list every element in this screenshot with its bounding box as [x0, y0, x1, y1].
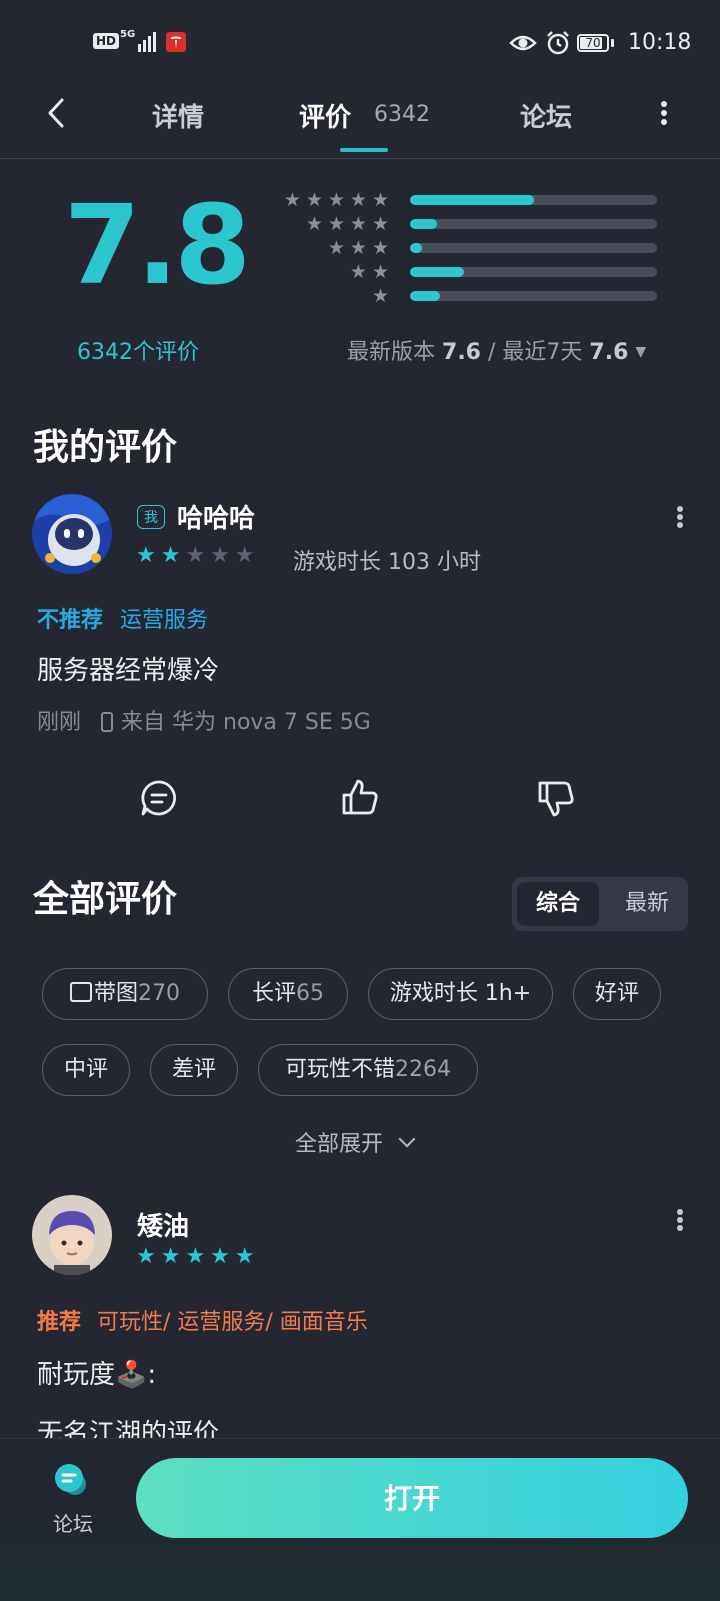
my-avatar[interactable]	[32, 494, 112, 574]
filter-playtime[interactable]: 游戏时长 1h+	[368, 968, 553, 1020]
filter-label: 带图	[93, 981, 138, 1006]
header-divider	[0, 158, 720, 159]
version-scores[interactable]: 最新版本 7.6 / 最近7天 7.6 ▼	[347, 334, 646, 366]
sort-comprehensive[interactable]: 综合	[517, 882, 599, 926]
my-username[interactable]: 哈哈哈	[177, 498, 255, 535]
star-row-2: ★★	[349, 261, 394, 283]
status-bar: HD 5G 70 10:18	[0, 0, 720, 88]
alarm-icon	[547, 31, 569, 55]
thumbs-down-icon[interactable]	[536, 779, 576, 819]
reviewer-avatar[interactable]	[32, 1195, 112, 1275]
my-review-heading: 我的评价	[33, 427, 178, 468]
filter-label: 可玩性不错	[284, 1057, 395, 1082]
star-row-3: ★★★	[327, 237, 394, 259]
filter-positive[interactable]: 好评	[573, 968, 661, 1020]
forum-icon[interactable]	[53, 1462, 89, 1498]
back-arrow-icon[interactable]	[44, 96, 72, 130]
sort-latest[interactable]: 最新	[612, 882, 682, 926]
forum-label[interactable]: 论坛	[53, 1508, 93, 1537]
me-badge: 我	[137, 505, 165, 529]
review-count: 6342个评价	[77, 340, 199, 365]
rating-bar-fill	[410, 267, 465, 277]
filter-label: 好评	[594, 981, 639, 1006]
latest-version-label: 最新版本	[347, 340, 436, 365]
filter-with-images[interactable]: 带图270	[42, 968, 208, 1020]
expand-all-button[interactable]: 全部展开	[295, 1126, 416, 1158]
rating-bar-3	[410, 243, 657, 253]
review-meta: 刚刚 来自 华为 nova 7 SE 5G	[37, 704, 371, 736]
active-tab-indicator	[340, 148, 388, 152]
review-category: 运营服务	[120, 608, 209, 633]
my-play-time: 游戏时长 103 小时	[293, 550, 481, 575]
latest-version-score: 7.6	[442, 340, 481, 365]
open-button[interactable]: 打开	[136, 1458, 688, 1538]
review-device: 来自 华为 nova 7 SE 5G	[121, 710, 371, 735]
filter-label: 游戏时长 1h+	[389, 981, 532, 1006]
filter-count: 2264	[395, 1057, 451, 1082]
tab-reviews-count: 6342	[374, 102, 430, 127]
battery-icon: 70	[577, 34, 609, 52]
filter-neutral[interactable]: 中评	[42, 1044, 130, 1096]
review-more-icon[interactable]	[676, 1208, 684, 1232]
rating-bar-fill	[410, 219, 438, 229]
network-type: 5G	[120, 29, 136, 40]
star-row-5: ★★★★★	[283, 189, 394, 211]
rating-bar-5	[410, 195, 657, 205]
comment-icon[interactable]	[139, 778, 179, 818]
all-reviews-heading: 全部评价	[33, 879, 178, 920]
tesla-app-icon	[166, 32, 186, 52]
review-text-line-1[interactable]: 耐玩度🕹️:	[37, 1354, 156, 1391]
recent-label: 最近7天	[502, 340, 583, 365]
filter-label: 长评	[251, 981, 296, 1006]
more-options-icon[interactable]	[660, 100, 668, 126]
signal-icon	[138, 32, 156, 52]
tab-forum[interactable]: 论坛	[520, 97, 572, 134]
image-icon	[69, 982, 92, 1002]
chevron-down-icon	[398, 1130, 416, 1148]
filter-long-review[interactable]: 长评65	[228, 968, 348, 1020]
version-separator: /	[488, 340, 496, 365]
review-time: 刚刚	[37, 710, 82, 735]
recent-score: 7.6	[589, 340, 629, 365]
rating-bar-fill	[410, 291, 440, 301]
filter-label: 差评	[171, 1057, 216, 1082]
reviewer-star-rating: ★★★★★	[136, 1244, 260, 1269]
verdict-not-recommended: 不推荐	[37, 608, 104, 633]
star-row-4: ★★★★	[305, 213, 394, 235]
dropdown-caret-icon: ▼	[635, 344, 647, 360]
my-star-rating: ★★★★★	[136, 543, 260, 568]
filter-count: 270	[138, 981, 180, 1006]
rating-bar-1	[410, 291, 657, 301]
battery-tip	[611, 39, 614, 47]
filter-label: 中评	[63, 1057, 108, 1082]
review-text-line-2[interactable]: 无名江湖的评价	[37, 1413, 219, 1438]
tab-reviews[interactable]: 评价	[299, 97, 351, 134]
rating-bar-2	[410, 267, 657, 277]
expand-all-label: 全部展开	[295, 1132, 384, 1157]
average-score: 7.8	[64, 181, 251, 309]
rating-bar-fill	[410, 243, 423, 253]
verdict-recommended: 推荐	[37, 1310, 82, 1335]
phone-icon	[101, 712, 114, 732]
reviewer-username[interactable]: 矮油	[137, 1206, 189, 1243]
filter-negative[interactable]: 差评	[150, 1044, 238, 1096]
rating-bar-fill	[410, 195, 534, 205]
eye-comfort-icon	[509, 35, 537, 51]
star-row-1: ★	[371, 285, 394, 307]
review-categories: 可玩性/ 运营服务/ 画面音乐	[97, 1310, 368, 1335]
filter-playability[interactable]: 可玩性不错2264	[258, 1044, 478, 1096]
rating-bar-4	[410, 219, 657, 229]
my-review-text[interactable]: 服务器经常爆冷	[37, 650, 219, 687]
tab-details[interactable]: 详情	[152, 97, 204, 134]
star-levels: ★★★★★ ★★★★ ★★★ ★★ ★	[262, 188, 394, 308]
clock: 10:18	[628, 30, 692, 55]
hd-indicator: HD	[93, 33, 120, 49]
my-review-more-icon[interactable]	[676, 505, 684, 529]
filter-count: 65	[296, 981, 324, 1006]
thumbs-up-icon[interactable]	[340, 777, 380, 817]
battery-level: 70	[585, 36, 601, 50]
